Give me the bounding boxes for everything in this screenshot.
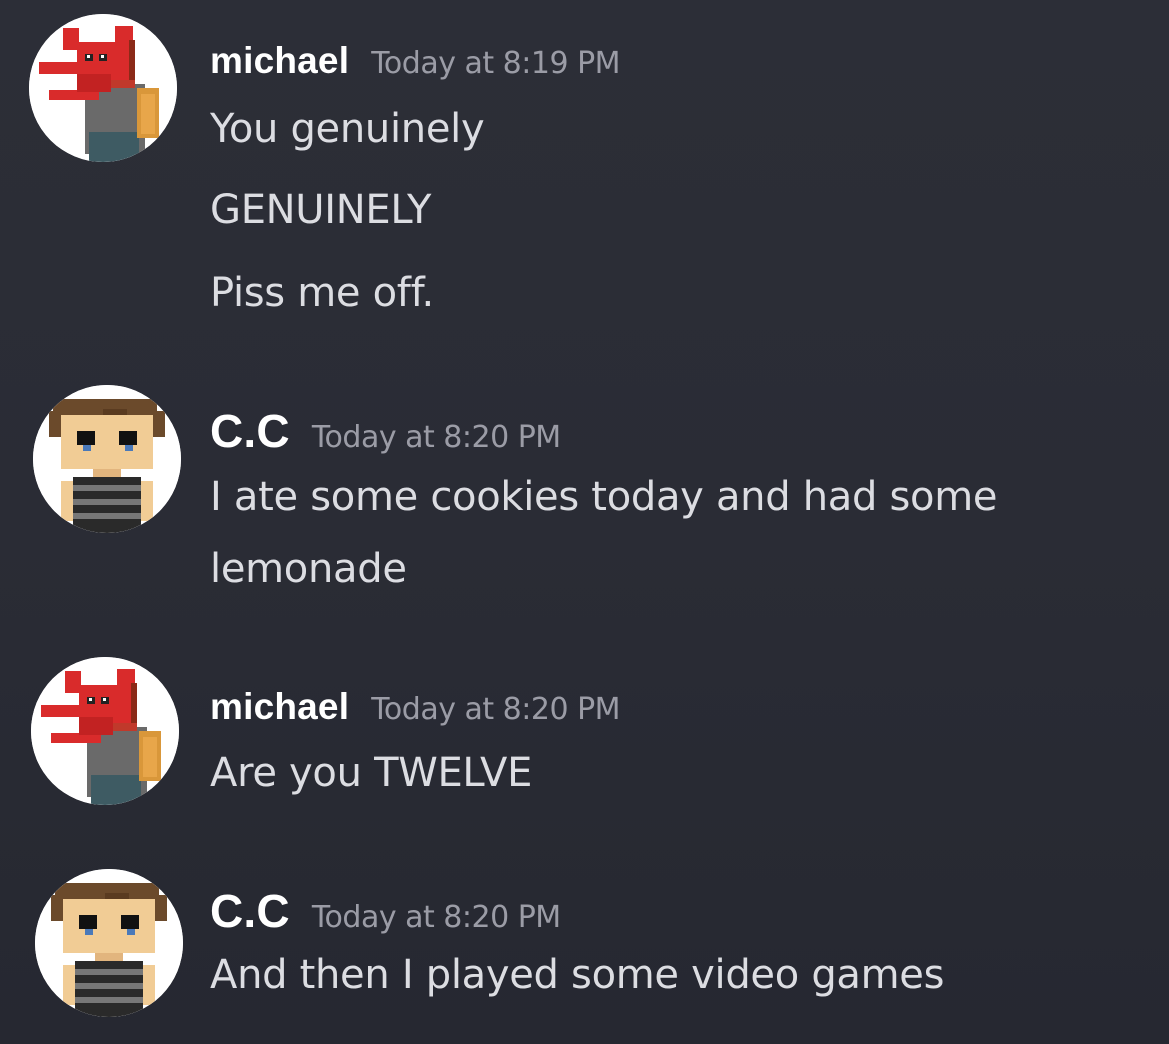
timestamp: Today at 8:20 PM <box>311 420 561 455</box>
message-text: I ate some cookies today and had some <box>210 474 998 520</box>
timestamp: Today at 8:19 PM <box>371 46 621 81</box>
message-header: michael Today at 8:19 PM <box>210 40 621 82</box>
message-text: lemonade <box>210 546 407 592</box>
michael-avatar-icon[interactable] <box>31 657 179 805</box>
message-text: Piss me off. <box>210 270 434 316</box>
username[interactable]: C.C <box>210 404 290 458</box>
message-header: C.C Today at 8:20 PM <box>210 404 561 458</box>
message-header: michael Today at 8:20 PM <box>210 686 621 728</box>
message-text: You genuinely <box>210 106 485 152</box>
username[interactable]: michael <box>210 686 349 728</box>
message-text: And then I played some video games <box>210 952 945 998</box>
timestamp: Today at 8:20 PM <box>311 900 561 935</box>
message-text: GENUINELY <box>210 187 432 233</box>
message-header: C.C Today at 8:20 PM <box>210 884 561 938</box>
username[interactable]: C.C <box>210 884 290 938</box>
michael-avatar-icon[interactable] <box>29 14 177 162</box>
username[interactable]: michael <box>210 40 349 82</box>
cc-avatar-icon[interactable] <box>35 869 183 1017</box>
timestamp: Today at 8:20 PM <box>371 692 621 727</box>
message-text: Are you TWELVE <box>210 750 533 796</box>
cc-avatar-icon[interactable] <box>33 385 181 533</box>
